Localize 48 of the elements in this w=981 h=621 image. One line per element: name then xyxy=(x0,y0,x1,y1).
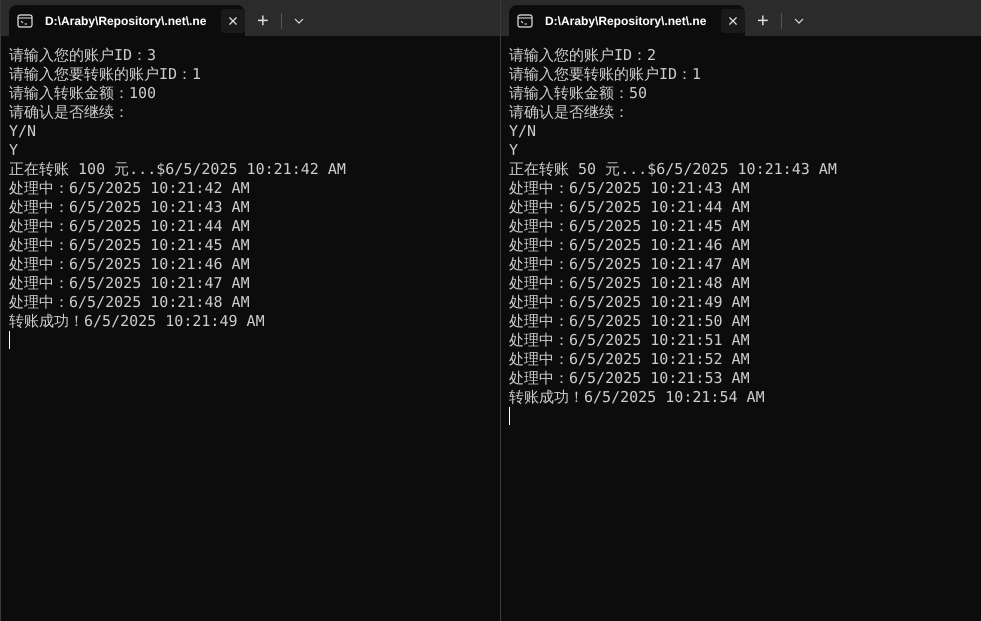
console-line: Y/N xyxy=(509,122,536,141)
console-line: 处理中：6/5/2025 10:21:45 AM xyxy=(509,217,750,236)
console-line: 正在转账 50 元...$6/5/2025 10:21:43 AM xyxy=(509,160,837,179)
console-line: 请确认是否继续： xyxy=(9,103,129,122)
console-line: 处理中：6/5/2025 10:21:42 AM xyxy=(9,179,250,198)
console-line: 处理中：6/5/2025 10:21:50 AM xyxy=(509,312,750,331)
console-line: Y xyxy=(509,141,518,160)
console-line: 处理中：6/5/2025 10:21:49 AM xyxy=(509,293,750,312)
console-line: 处理中：6/5/2025 10:21:46 AM xyxy=(9,255,250,274)
terminal-tab[interactable]: D:\Araby\Repository\.net\.ne × xyxy=(509,5,745,36)
tab-title: D:\Araby\Repository\.net\.ne xyxy=(545,12,708,30)
console-line: 请输入转账金额：50 xyxy=(509,84,648,103)
console-line: 处理中：6/5/2025 10:21:43 AM xyxy=(9,198,250,217)
console-line: 处理中：6/5/2025 10:21:48 AM xyxy=(9,293,250,312)
console-line: 请输入您的账户ID：3 xyxy=(9,46,156,65)
console-line: Y xyxy=(9,141,18,160)
console-line: 请输入您要转账的账户ID：1 xyxy=(9,65,202,84)
console-line: 处理中：6/5/2025 10:21:43 AM xyxy=(509,179,750,198)
tab-title: D:\Araby\Repository\.net\.ne xyxy=(45,12,208,30)
console-line: 处理中：6/5/2025 10:21:53 AM xyxy=(509,369,750,388)
console-line: 处理中：6/5/2025 10:21:44 AM xyxy=(509,198,750,217)
new-tab-button[interactable]: + xyxy=(749,10,777,30)
console-line: 处理中：6/5/2025 10:21:45 AM xyxy=(9,236,250,255)
dropdown-icon[interactable] xyxy=(794,18,804,24)
console-line: 请输入转账金额：100 xyxy=(9,84,156,103)
console-line: 处理中：6/5/2025 10:21:46 AM xyxy=(509,236,750,255)
console-line: 正在转账 100 元...$6/5/2025 10:21:42 AM xyxy=(9,160,346,179)
console-line: 请输入您的账户ID：2 xyxy=(509,46,656,65)
console-line: 请输入您要转账的账户ID：1 xyxy=(509,65,702,84)
new-tab-button[interactable]: + xyxy=(249,10,277,30)
console-line: 处理中：6/5/2025 10:21:52 AM xyxy=(509,350,750,369)
close-tab-button[interactable]: × xyxy=(221,8,245,32)
console-line: 处理中：6/5/2025 10:21:44 AM xyxy=(9,217,250,236)
console-line: Y/N xyxy=(9,122,36,141)
close-tab-button[interactable]: × xyxy=(721,8,745,32)
text-cursor xyxy=(9,331,10,349)
console-line: 处理中：6/5/2025 10:21:51 AM xyxy=(509,331,750,350)
console-line: 转账成功！6/5/2025 10:21:54 AM xyxy=(509,388,765,407)
console-line: 处理中：6/5/2025 10:21:48 AM xyxy=(509,274,750,293)
console-line: 处理中：6/5/2025 10:21:47 AM xyxy=(509,255,750,274)
console-line: 转账成功！6/5/2025 10:21:49 AM xyxy=(9,312,265,331)
terminal-icon xyxy=(517,14,533,28)
terminal-icon xyxy=(17,14,33,28)
console-line: 处理中：6/5/2025 10:21:47 AM xyxy=(9,274,250,293)
console-line: 请确认是否继续： xyxy=(509,103,629,122)
terminal-tab[interactable]: D:\Araby\Repository\.net\.ne × xyxy=(9,5,245,36)
text-cursor xyxy=(509,407,510,425)
dropdown-icon[interactable] xyxy=(294,18,304,24)
